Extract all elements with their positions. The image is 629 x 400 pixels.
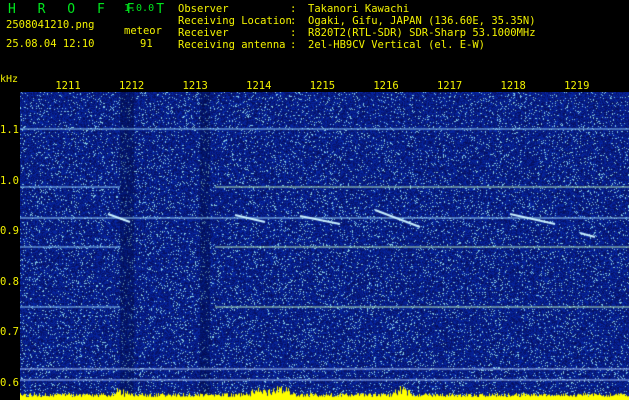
time-tick-label: 1217: [436, 80, 463, 92]
info-label: Receiving antenna: [178, 39, 286, 51]
frequency-tick-label: 0.7: [0, 326, 19, 338]
time-tick-label: 1213: [182, 80, 208, 92]
meteor-label: meteor: [124, 25, 162, 37]
info-row-receiver: Receiver: R820T2(RTL-SDR) SDR-Sharp 53.10…: [178, 27, 536, 39]
frequency-tick-label: 0.9: [0, 225, 19, 237]
info-value: 2el-HB9CV Vertical (el. E-W): [308, 39, 486, 51]
frequency-tick-label: 1.1: [0, 124, 19, 136]
capture-datetime: 25.08.04 12:10: [6, 38, 95, 50]
time-tick-label: 1214: [246, 80, 272, 92]
station-info: Observer: Takanori Kawachi Receiving Loca…: [178, 3, 536, 51]
time-tick-label: 1215: [309, 80, 336, 92]
capture-filename: 2508041210.png: [6, 19, 95, 31]
info-colon: :: [290, 39, 297, 51]
info-colon: :: [290, 15, 297, 27]
info-row-observer: Observer: Takanori Kawachi: [178, 3, 536, 15]
info-label: Receiving Location: [178, 15, 292, 27]
info-row-location: Receiving Location: Ogaki, Gifu, JAPAN (1…: [178, 15, 536, 27]
time-tick-label: 1216: [373, 80, 399, 92]
time-axis: 1211121212131214121512161217121812191220: [0, 80, 629, 92]
info-colon: :: [290, 3, 297, 15]
info-label: Receiver: [178, 27, 229, 39]
time-tick-label: 1211: [55, 80, 81, 92]
header-panel: H R O F F T 1.0.0 2508041210.png 25.08.0…: [0, 0, 629, 74]
frequency-tick-label: 0.8: [0, 275, 19, 288]
time-tick-label: 1218: [500, 80, 526, 92]
frequency-tick-label: 0.6: [0, 376, 19, 389]
frequency-tick-label: 1.0: [0, 174, 19, 187]
time-tick-label: 1212: [118, 80, 145, 92]
time-tick-label: 1219: [564, 80, 590, 92]
info-colon: :: [290, 27, 297, 39]
info-row-antenna: Receiving antenna:2el-HB9CV Vertical (el…: [178, 39, 536, 51]
app-version: 1.0.0: [124, 3, 155, 14]
spectrogram-canvas: [20, 92, 629, 400]
info-label: Observer: [178, 3, 229, 15]
meteor-count: 91: [140, 38, 153, 50]
info-value: Takanori Kawachi: [308, 3, 410, 15]
info-value: Ogaki, Gifu, JAPAN (136.60E, 35.35N): [308, 15, 536, 27]
info-value: R820T2(RTL-SDR) SDR-Sharp 53.1000MHz: [308, 27, 536, 39]
